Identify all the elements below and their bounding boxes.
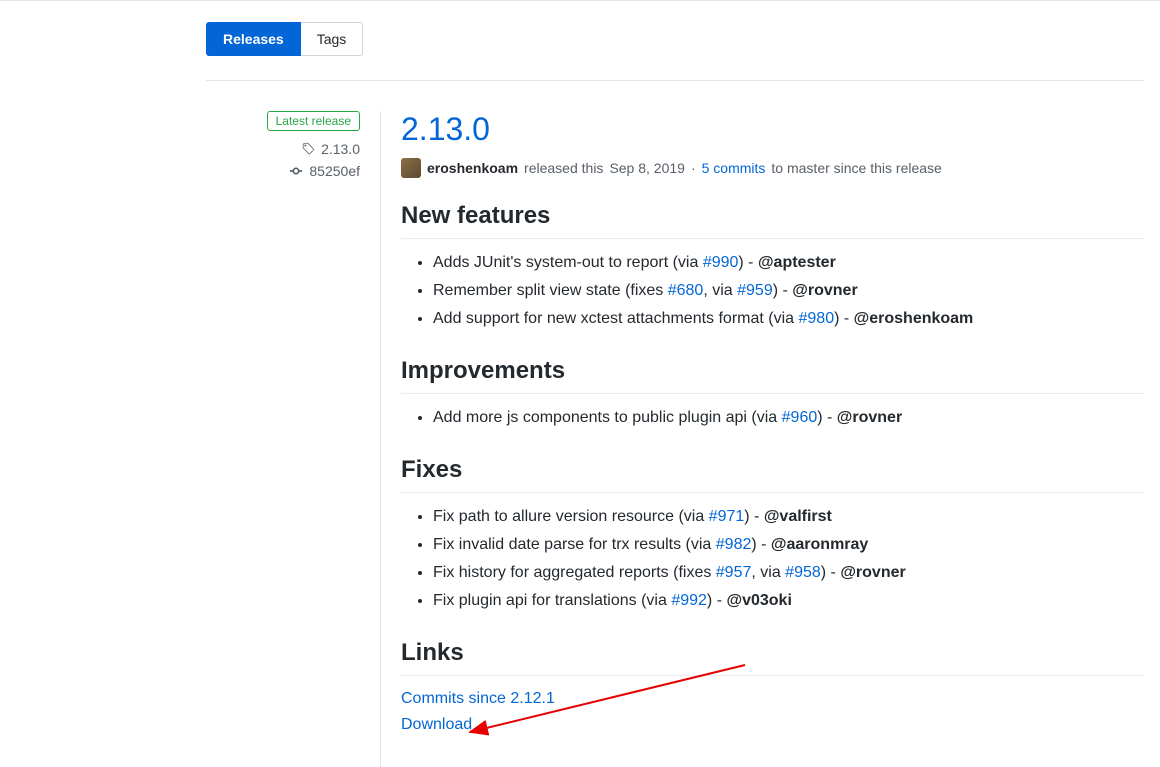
improvements-list: Add more js components to public plugin …	[401, 404, 1144, 432]
sidebar-tag-label: 2.13.0	[321, 141, 360, 157]
author-mention[interactable]: @eroshenkoam	[854, 310, 974, 327]
author-link[interactable]: eroshenkoam	[427, 160, 518, 176]
sidebar-commit[interactable]: 85250ef	[206, 163, 360, 179]
author-mention[interactable]: @aptester	[758, 254, 836, 271]
list-item: Fix path to allure version resource (via…	[433, 503, 1144, 531]
issue-link[interactable]: #980	[799, 310, 835, 327]
issue-link[interactable]: #958	[785, 564, 821, 581]
commit-icon	[289, 164, 303, 178]
author-mention[interactable]: @rovner	[837, 409, 902, 426]
tab-tags[interactable]: Tags	[301, 22, 364, 56]
issue-link[interactable]: #960	[782, 409, 818, 426]
issue-link[interactable]: #957	[716, 564, 752, 581]
avatar[interactable]	[401, 158, 421, 178]
tab-bar: Releases Tags	[206, 22, 1144, 56]
released-prefix: released this	[524, 160, 603, 176]
links-block: Commits since 2.12.1 Download	[401, 686, 1144, 737]
list-item: Fix history for aggregated reports (fixe…	[433, 559, 1144, 587]
release-meta: eroshenkoam released this Sep 8, 2019 · …	[401, 158, 1144, 178]
heading-fixes: Fixes	[401, 456, 1144, 493]
list-item: Fix plugin api for translations (via #99…	[433, 587, 1144, 615]
latest-release-badge: Latest release	[267, 111, 360, 131]
commits-since-link[interactable]: Commits since 2.12.1	[401, 690, 555, 707]
fixes-list: Fix path to allure version resource (via…	[401, 503, 1144, 615]
list-item: Adds JUnit's system-out to report (via #…	[433, 249, 1144, 277]
list-item: Add more js components to public plugin …	[433, 404, 1144, 432]
issue-link[interactable]: #971	[709, 508, 745, 525]
issue-link[interactable]: #992	[671, 592, 707, 609]
heading-new-features: New features	[401, 202, 1144, 239]
release-sidebar: Latest release 2.13.0 85250ef	[206, 111, 381, 767]
sidebar-tag[interactable]: 2.13.0	[206, 141, 360, 157]
author-mention[interactable]: @valfirst	[764, 508, 832, 525]
author-mention[interactable]: @aaronmray	[771, 536, 868, 553]
meta-dot: ·	[691, 160, 696, 176]
author-mention[interactable]: @rovner	[840, 564, 905, 581]
author-mention[interactable]: @rovner	[792, 282, 857, 299]
commits-link[interactable]: 5 commits	[702, 160, 766, 176]
commits-suffix: to master since this release	[771, 160, 941, 176]
author-mention[interactable]: @v03oki	[726, 592, 791, 609]
release-body: 2.13.0 eroshenkoam released this Sep 8, …	[381, 111, 1144, 767]
tab-releases[interactable]: Releases	[206, 22, 301, 56]
issue-link[interactable]: #680	[668, 282, 704, 299]
list-item: Fix invalid date parse for trx results (…	[433, 531, 1144, 559]
tag-icon	[301, 142, 315, 156]
heading-links: Links	[401, 639, 1144, 676]
heading-improvements: Improvements	[401, 357, 1144, 394]
issue-link[interactable]: #982	[716, 536, 752, 553]
new-features-list: Adds JUnit's system-out to report (via #…	[401, 249, 1144, 333]
sidebar-commit-sha: 85250ef	[309, 163, 360, 179]
list-item: Add support for new xctest attachments f…	[433, 305, 1144, 333]
issue-link[interactable]: #990	[703, 254, 739, 271]
release-title[interactable]: 2.13.0	[401, 111, 1144, 148]
release-date: Sep 8, 2019	[609, 160, 685, 176]
issue-link[interactable]: #959	[737, 282, 773, 299]
list-item: Remember split view state (fixes #680, v…	[433, 277, 1144, 305]
download-link[interactable]: Download	[401, 716, 472, 733]
